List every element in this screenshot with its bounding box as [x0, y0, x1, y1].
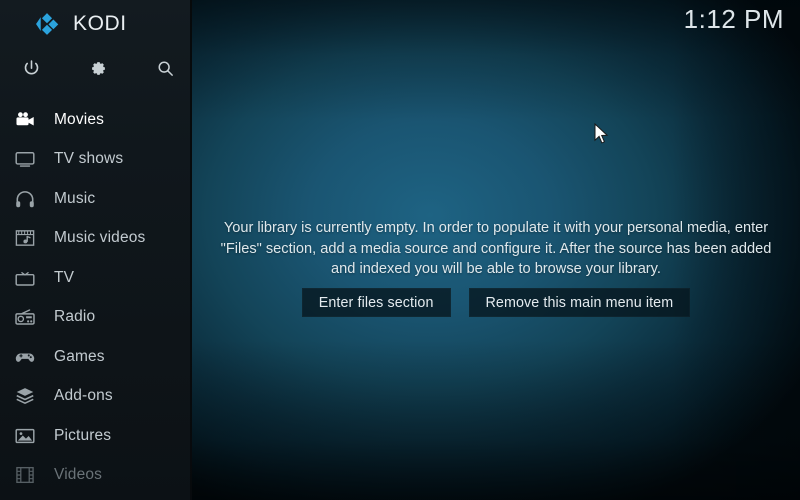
kodi-window: Your library is currently empty. In orde…: [0, 0, 800, 500]
remove-main-menu-item-button[interactable]: Remove this main menu item: [468, 288, 691, 317]
sidebar-item-label: Music: [54, 189, 96, 207]
search-button[interactable]: [148, 51, 182, 85]
sidebar-item-label: TV shows: [54, 150, 124, 168]
power-icon: [24, 59, 38, 74]
sidebar-item-label: Videos: [54, 466, 103, 484]
sidebar-item-label: Radio: [54, 308, 96, 326]
sidebar-menu: Movies TV shows Music Music videos TV Ra…: [0, 100, 192, 495]
music-video-icon: [10, 227, 40, 249]
gamepad-icon: [10, 346, 40, 368]
sidebar-item-label: Pictures: [54, 426, 112, 444]
sidebar: KODI Movies TV shows Music Music videos …: [0, 0, 192, 500]
sidebar-item-movies[interactable]: Movies: [0, 100, 192, 140]
sidebar-item-add-ons[interactable]: Add-ons: [0, 377, 192, 417]
film-strip-icon: [10, 464, 40, 486]
sidebar-item-tv[interactable]: TV: [0, 258, 192, 298]
search-icon: [157, 60, 173, 76]
sidebar-item-music-videos[interactable]: Music videos: [0, 219, 192, 259]
enter-files-section-button[interactable]: Enter files section: [301, 288, 451, 317]
sidebar-item-label: Games: [54, 347, 105, 365]
dialog-button-row: Enter files section Remove this main men…: [192, 288, 800, 317]
sidebar-item-label: Music videos: [54, 229, 146, 247]
headphones-icon: [10, 188, 40, 210]
tv-set-icon: [10, 267, 40, 289]
sidebar-item-radio[interactable]: Radio: [0, 298, 192, 338]
radio-icon: [10, 306, 40, 328]
addons-box-icon: [10, 385, 40, 407]
sidebar-toolbar: [0, 50, 192, 86]
empty-library-message: Your library is currently empty. In orde…: [220, 220, 772, 277]
sidebar-item-music[interactable]: Music: [0, 179, 192, 219]
sidebar-item-label: TV: [54, 268, 75, 286]
clock: 1:12 PM: [683, 4, 784, 34]
sidebar-item-videos[interactable]: Videos: [0, 456, 192, 496]
brand: KODI: [0, 0, 192, 48]
brand-name: KODI: [73, 12, 127, 35]
sidebar-item-tv-shows[interactable]: TV shows: [0, 140, 192, 180]
sidebar-item-pictures[interactable]: Pictures: [0, 416, 192, 456]
movie-camera-icon: [10, 109, 40, 131]
television-icon: [10, 148, 40, 170]
main-content: Your library is currently empty. In orde…: [192, 0, 800, 500]
power-button[interactable]: [14, 51, 48, 85]
gear-icon: [91, 61, 105, 75]
sidebar-item-games[interactable]: Games: [0, 337, 192, 377]
kodi-logo-icon: [36, 13, 59, 35]
sidebar-item-label: Add-ons: [54, 387, 113, 405]
sidebar-item-label: Movies: [54, 110, 104, 128]
picture-frame-icon: [10, 425, 40, 447]
settings-button[interactable]: [81, 51, 115, 85]
